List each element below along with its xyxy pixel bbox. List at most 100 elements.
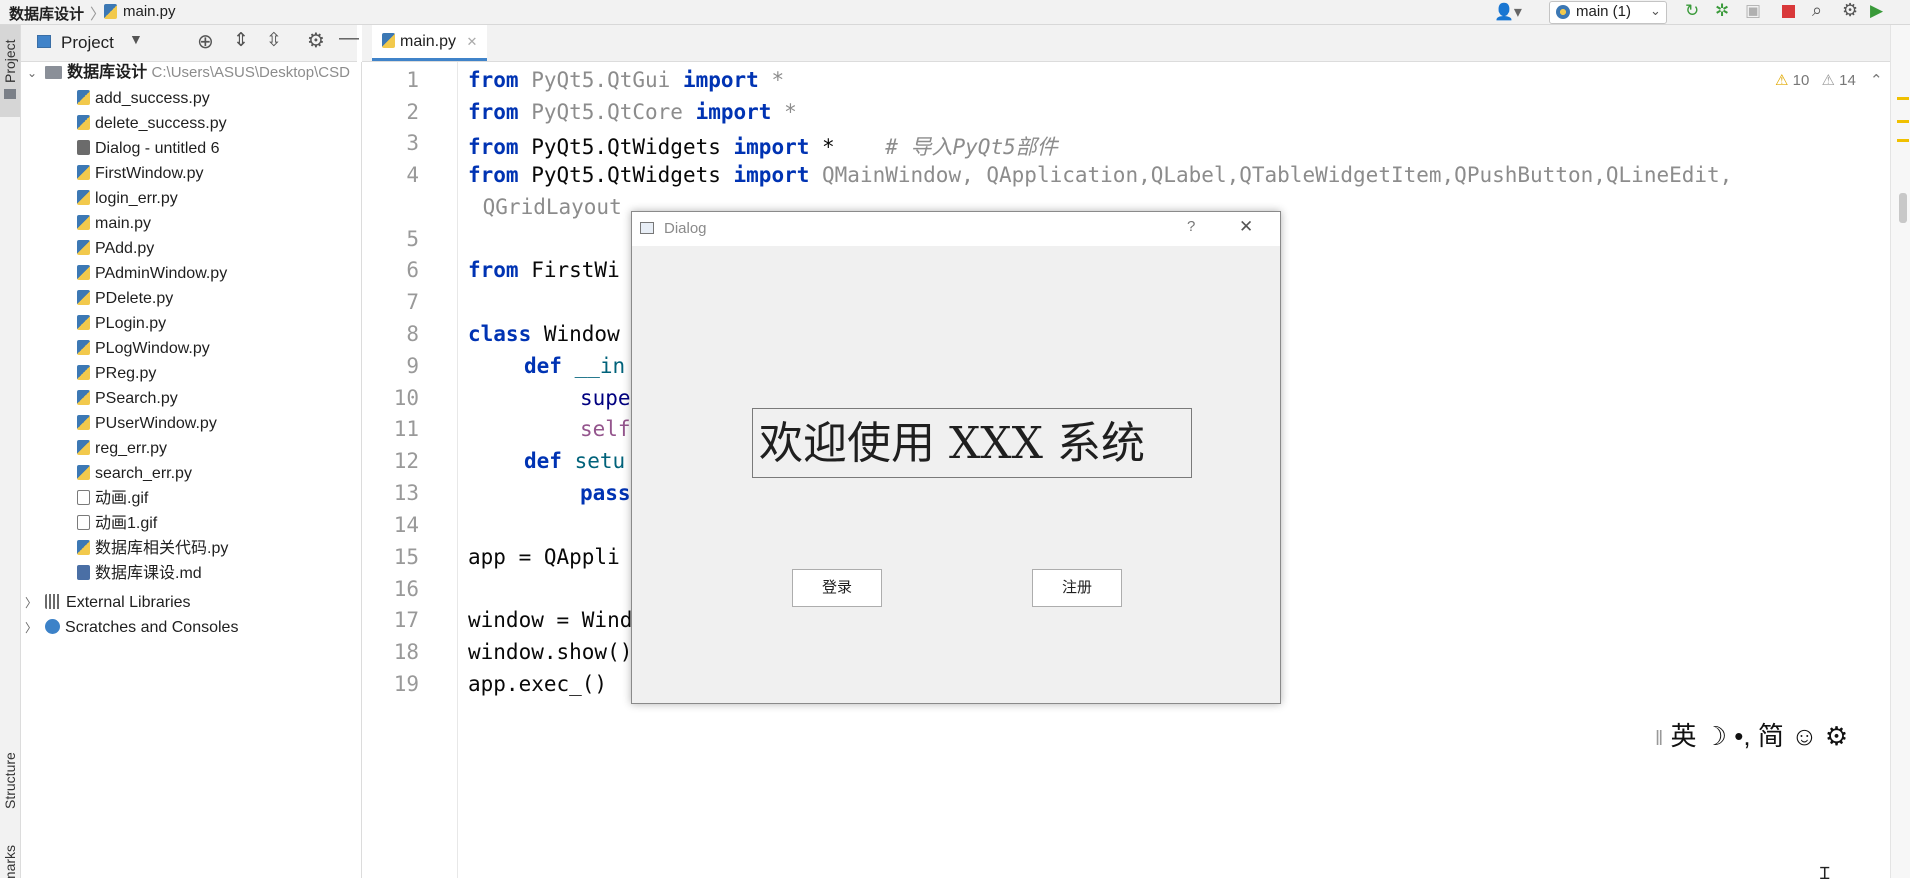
code-line-15[interactable]: app = QAppli — [468, 545, 620, 569]
right-scroll-stripe — [1890, 25, 1910, 878]
login-button[interactable]: 登录 — [792, 569, 882, 607]
ime-settings-icon[interactable]: ⚙ — [1825, 721, 1848, 751]
register-button[interactable]: 注册 — [1032, 569, 1122, 607]
project-panel-title[interactable]: Project — [61, 33, 114, 53]
ui-file-icon — [77, 140, 90, 155]
file-item[interactable]: add_success.py — [77, 89, 210, 109]
file-item[interactable]: 数据库相关代码.py — [77, 539, 228, 559]
rerun-icon[interactable]: ↻ — [1685, 1, 1699, 21]
code-comment: # 导入PyQt5部件 — [885, 135, 1058, 159]
code-line-12[interactable]: def setu — [524, 449, 625, 473]
keyword: import — [695, 100, 772, 124]
hide-icon[interactable]: — — [339, 27, 359, 50]
python-file-icon — [77, 240, 90, 255]
code-line-11[interactable]: self — [580, 417, 631, 441]
plugin-icon[interactable]: ▶ — [1870, 1, 1883, 21]
code-line-1[interactable]: from PyQt5.QtGui import * — [468, 68, 784, 92]
file-item[interactable]: PReg.py — [77, 364, 156, 384]
file-item[interactable]: search_err.py — [77, 464, 192, 484]
tree-external-libraries[interactable]: 〉 External Libraries — [25, 593, 191, 613]
file-item[interactable]: PAdminWindow.py — [77, 264, 227, 284]
import-target: * — [809, 135, 886, 159]
keyword: def — [524, 449, 562, 473]
code-line-13[interactable]: pass — [580, 481, 631, 505]
file-item[interactable]: PDelete.py — [77, 289, 173, 309]
dialog-title-bar[interactable]: Dialog ? ✕ — [632, 212, 1280, 246]
previous-highlight-icon[interactable]: ⌃ — [1870, 72, 1883, 89]
ime-emoji-icon[interactable]: ☺ — [1791, 721, 1818, 751]
stop-icon[interactable] — [1782, 5, 1795, 18]
editor-gutter: 1 2 3 4 5 6 7 8 9 10 11 12 13 14 15 16 17 18 19 — [362, 62, 458, 878]
file-item[interactable]: 动画.gif — [77, 489, 148, 509]
tree-root[interactable]: ⌄ 数据库设计 C:\Users\ASUS\Desktop\CSD — [27, 63, 350, 83]
file-item[interactable]: PLogin.py — [77, 314, 166, 334]
code-line-6[interactable]: from FirstWi — [468, 258, 620, 282]
file-item[interactable]: main.py — [77, 214, 151, 234]
tree-scratches[interactable]: 〉 Scratches and Consoles — [25, 618, 238, 638]
file-item[interactable]: FirstWindow.py — [77, 164, 203, 184]
file-item[interactable]: PSearch.py — [77, 389, 178, 409]
breadcrumb-file[interactable]: main.py — [123, 3, 176, 20]
file-item[interactable]: PAdd.py — [77, 239, 154, 259]
chevron-right-icon: 〉 — [25, 596, 38, 610]
file-item[interactable]: Dialog - untitled 6 — [77, 139, 220, 159]
code-line-4[interactable]: from PyQt5.QtWidgets import QMainWindow,… — [468, 163, 1732, 187]
structure-tool-tab[interactable]: Structure — [0, 725, 20, 825]
gear-icon[interactable]: ⚙ — [307, 28, 325, 53]
user-icon[interactable]: 👤▾ — [1494, 2, 1522, 22]
code-line-9[interactable]: def __in — [524, 354, 625, 378]
run-config-selector[interactable]: main (1) ⌄ — [1549, 1, 1667, 24]
warning-marker[interactable] — [1897, 120, 1909, 123]
dialog-window[interactable]: Dialog ? ✕ 欢迎使用 XXX 系统 登录 注册 — [631, 211, 1281, 704]
ime-simplified-toggle[interactable]: 简 — [1758, 721, 1784, 751]
locate-icon[interactable]: ⊕ — [197, 29, 214, 54]
bookmarks-tool-label: Bookmarks — [2, 845, 18, 878]
keyword: def — [524, 354, 562, 378]
project-panel-header: Project ▼ ⊕ ⇕ ⇳ ⚙ — — [21, 25, 359, 62]
ime-moon-icon[interactable]: ☽ — [1704, 721, 1727, 751]
debug-icon[interactable]: ✲ — [1715, 1, 1729, 21]
code-line-4-wrap[interactable]: QGridLayout — [470, 195, 622, 219]
expand-all-icon[interactable]: ⇕ — [233, 29, 249, 52]
ime-drag-handle[interactable]: ‖ — [1655, 728, 1663, 750]
editor-tab-bar: main.py ✕ — [362, 25, 1890, 62]
file-item[interactable]: 动画1.gif — [77, 514, 157, 534]
close-button[interactable]: ✕ — [1239, 217, 1253, 237]
collapse-all-icon[interactable]: ⇳ — [266, 29, 282, 52]
warning-marker[interactable] — [1897, 139, 1909, 142]
file-name: PDelete.py — [95, 290, 174, 307]
file-item[interactable]: login_err.py — [77, 189, 178, 209]
title-bar: 数据库设计 〉 main.py 👤▾ main (1) ⌄ ↻ ✲ ▣ ⌕ ⚙ … — [0, 0, 1910, 25]
scrollbar-thumb[interactable] — [1899, 193, 1907, 223]
file-item[interactable]: PLogWindow.py — [77, 339, 210, 359]
keyword: from — [468, 135, 519, 159]
project-tool-label: Project — [2, 39, 18, 83]
close-icon[interactable]: ✕ — [466, 34, 477, 49]
code-line-18[interactable]: window.show() — [468, 640, 632, 664]
file-item[interactable]: delete_success.py — [77, 114, 227, 134]
file-name: PLogWindow.py — [95, 340, 210, 357]
help-button[interactable]: ? — [1187, 218, 1195, 235]
tab-main-py[interactable]: main.py ✕ — [372, 25, 488, 61]
coverage-icon[interactable]: ▣ — [1745, 1, 1761, 21]
code-line-3[interactable]: from PyQt5.QtWidgets import * # 导入PyQt5部… — [468, 131, 1058, 161]
file-item[interactable]: 数据库课设.md — [77, 564, 202, 584]
ime-punctuation-icon[interactable]: •, — [1734, 721, 1750, 751]
import-list: QMainWindow, QApplication,QLabel,QTableW… — [809, 163, 1733, 187]
line-number: 10 — [393, 386, 419, 410]
file-item[interactable]: PUserWindow.py — [77, 414, 217, 434]
warning-marker[interactable] — [1897, 97, 1909, 100]
settings-icon[interactable]: ⚙ — [1842, 0, 1858, 21]
bookmarks-tool-tab[interactable]: Bookmarks — [0, 825, 20, 878]
line-number: 8 — [406, 322, 419, 346]
code-line-10[interactable]: supe — [580, 386, 631, 410]
breadcrumb-project[interactable]: 数据库设计 — [9, 3, 84, 24]
file-item[interactable]: reg_err.py — [77, 439, 167, 459]
code-line-19[interactable]: app.exec_() — [468, 672, 607, 696]
search-icon[interactable]: ⌕ — [1812, 0, 1822, 21]
chevron-down-icon[interactable]: ▼ — [129, 31, 143, 47]
code-line-2[interactable]: from PyQt5.QtCore import * — [468, 100, 797, 124]
project-tool-tab[interactable]: Project — [0, 25, 20, 117]
code-line-8[interactable]: class Window — [468, 322, 620, 346]
ime-mode-toggle[interactable]: 英 — [1671, 721, 1697, 751]
